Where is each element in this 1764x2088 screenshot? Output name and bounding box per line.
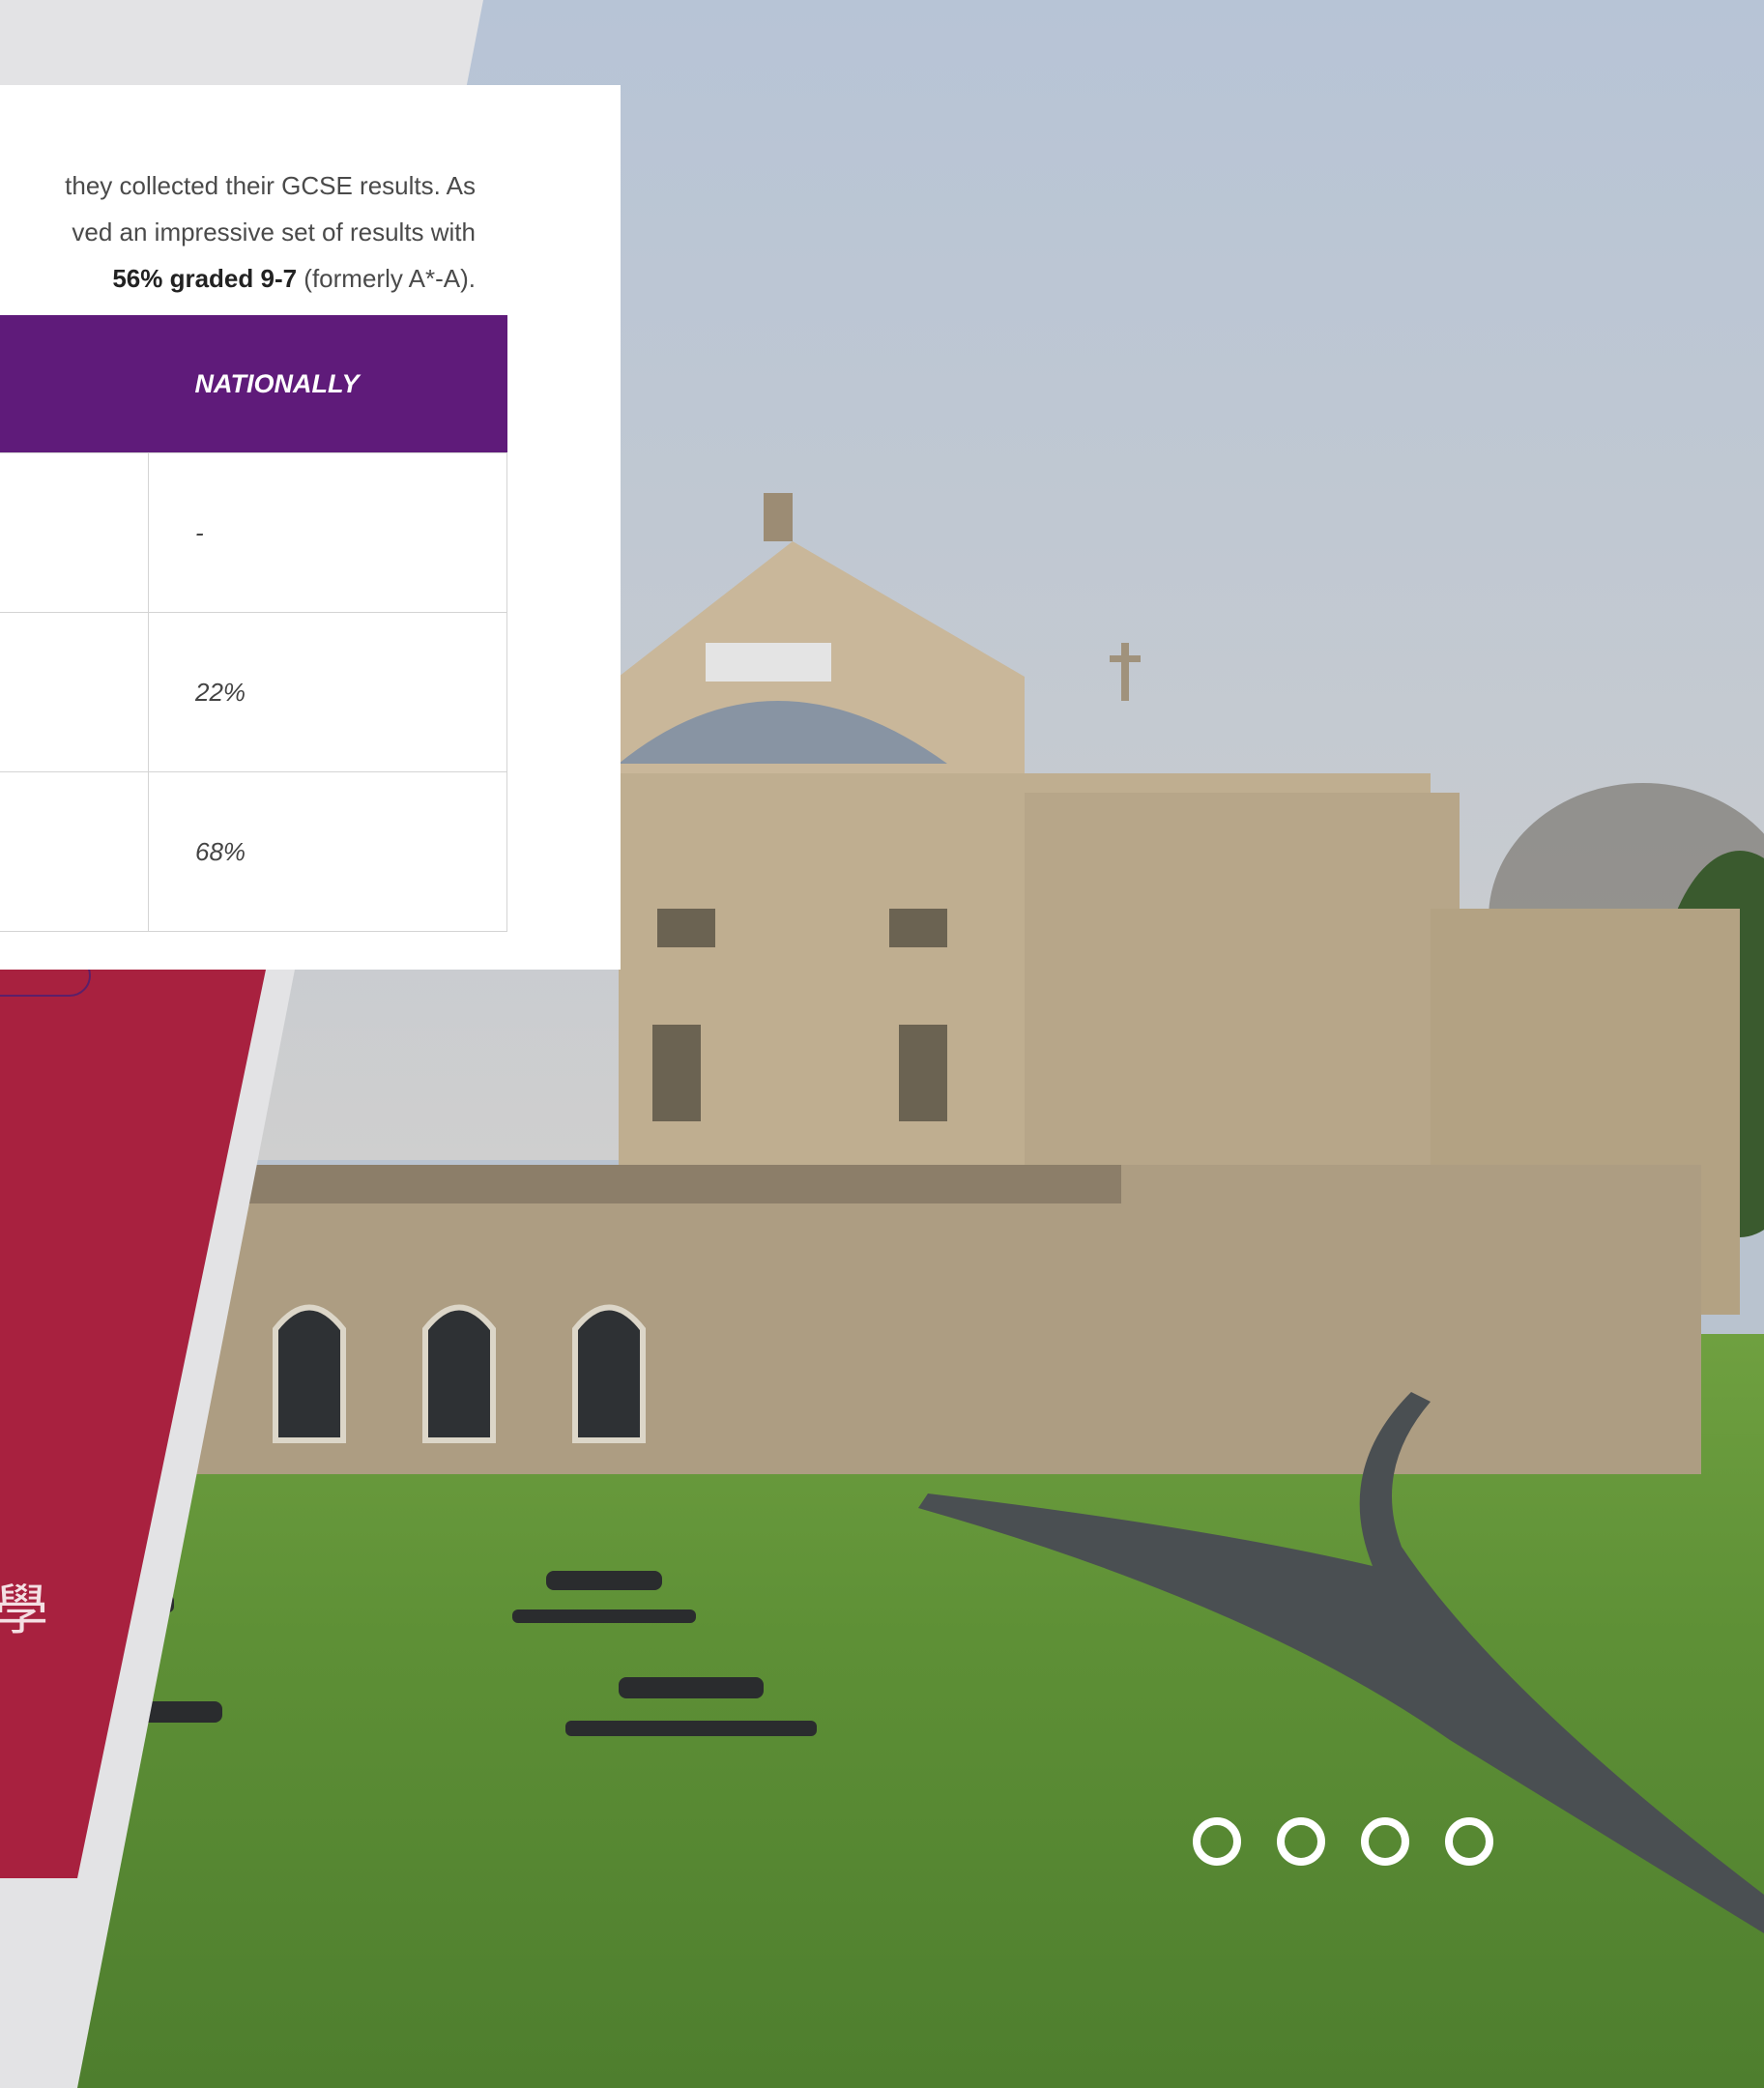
table-cell-nationally: 68% [148,771,507,932]
table-row: 68% [0,771,507,932]
table-cell-left [0,612,149,772]
intro-line-2: ved an impressive set of results with [72,218,476,246]
carousel-dot-4[interactable] [1445,1817,1493,1866]
intro-highlight: 56% graded 9-7 [112,264,298,293]
table-header-row: NATIONALLY [0,315,507,453]
chinese-character: 學 [0,1580,48,1642]
carousel-dot-1[interactable] [1193,1817,1241,1866]
carousel-dots [1193,1817,1493,1866]
intro-line-3: 56% graded 9-7 (formerly A*-A). [0,255,476,302]
table-cell-left [0,771,149,932]
intro-line-3-rest: (formerly A*-A). [297,264,476,293]
table-header-nationally: NATIONALLY [148,315,507,453]
intro-paragraph: they collected their GCSE results. As ve… [0,162,476,302]
table-row: - [0,452,507,613]
results-table: NATIONALLY - 22% 68% [0,315,507,932]
table-header-left [0,315,149,453]
results-card: they collected their GCSE results. As ve… [0,85,621,970]
carousel-dot-3[interactable] [1361,1817,1409,1866]
table-row: 22% [0,612,507,772]
carousel-dot-2[interactable] [1277,1817,1325,1866]
table-cell-left [0,452,149,613]
table-cell-nationally: 22% [148,612,507,772]
intro-line-1: they collected their GCSE results. As [65,171,476,200]
table-cell-nationally: - [148,452,507,613]
